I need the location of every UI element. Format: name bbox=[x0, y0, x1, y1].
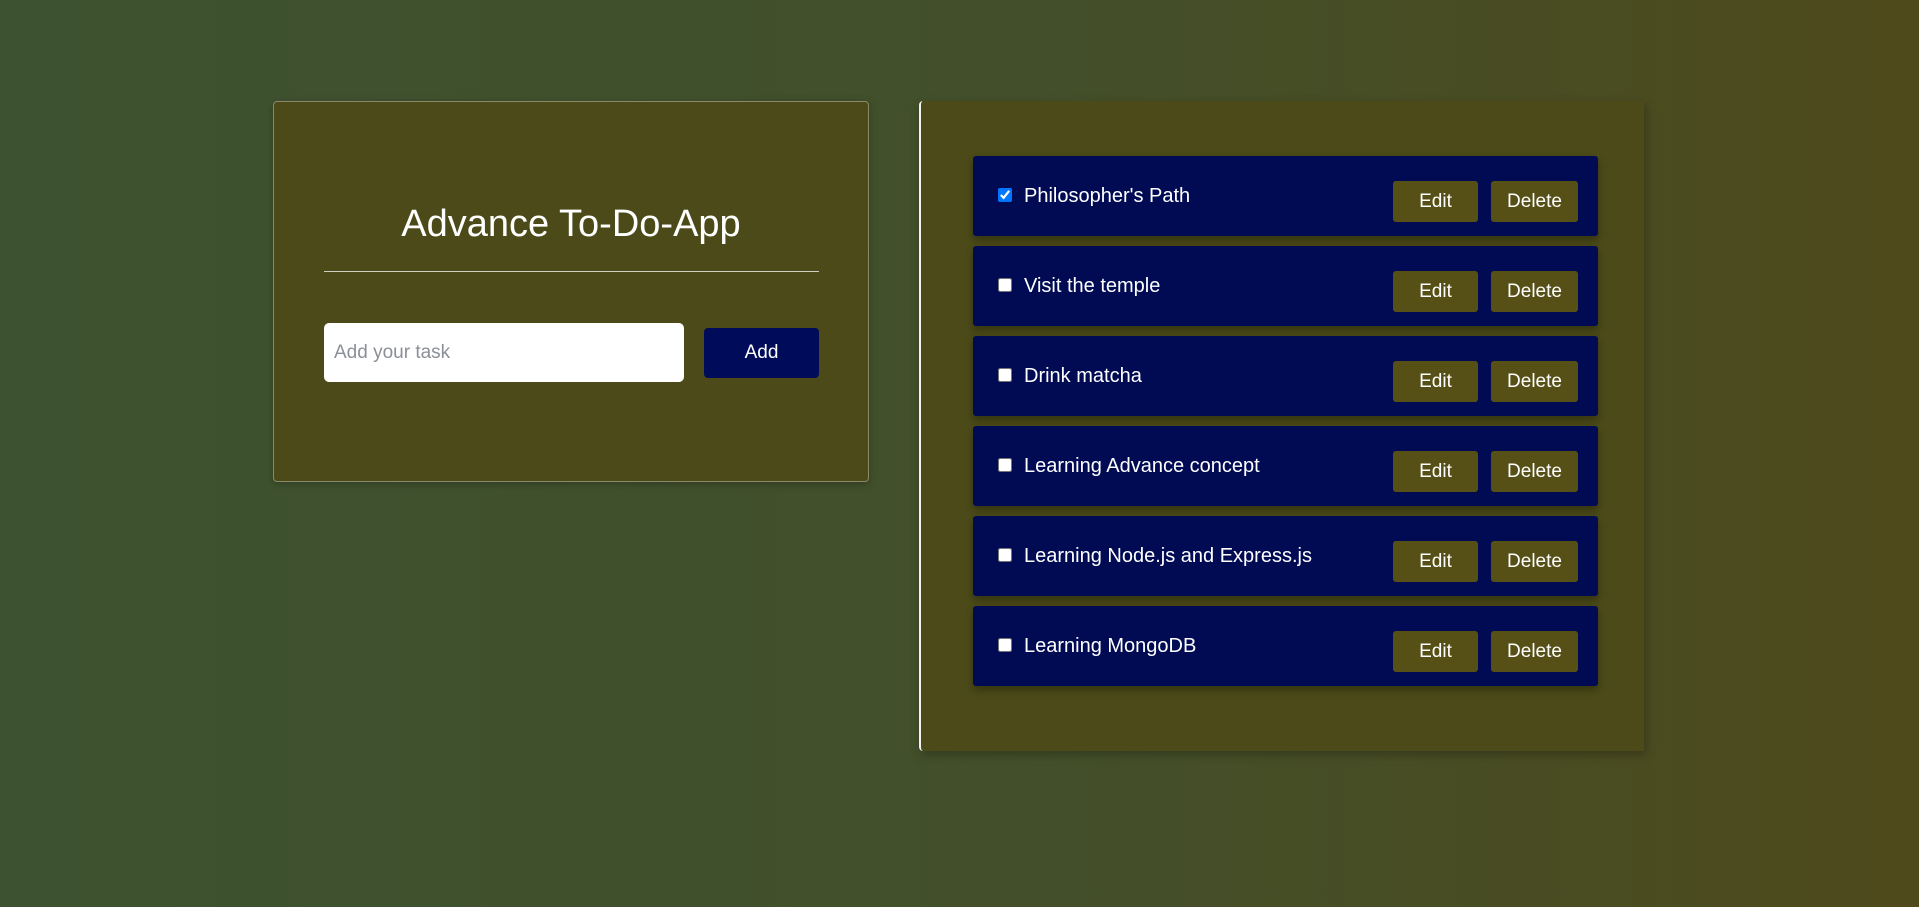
task-item: Learning Node.js and Express.js Edit Del… bbox=[973, 516, 1598, 596]
delete-button[interactable]: Delete bbox=[1491, 631, 1578, 672]
task-item: Learning Advance concept Edit Delete bbox=[973, 426, 1598, 506]
task-checkbox[interactable] bbox=[998, 278, 1012, 292]
edit-button[interactable]: Edit bbox=[1393, 631, 1478, 672]
app-title: Advance To-Do-App bbox=[401, 203, 741, 245]
task-text: Visit the temple bbox=[1024, 275, 1161, 297]
delete-button[interactable]: Delete bbox=[1491, 271, 1578, 312]
task-text: Learning MongoDB bbox=[1024, 635, 1197, 657]
delete-button[interactable]: Delete bbox=[1491, 451, 1578, 492]
task-input[interactable] bbox=[324, 323, 684, 382]
edit-button[interactable]: Edit bbox=[1393, 271, 1478, 312]
edit-button[interactable]: Edit bbox=[1393, 451, 1478, 492]
task-text: Learning Node.js and Express.js bbox=[1024, 545, 1312, 567]
delete-button[interactable]: Delete bbox=[1491, 541, 1578, 582]
task-text: Philosopher's Path bbox=[1024, 185, 1191, 207]
task-checkbox[interactable] bbox=[998, 188, 1012, 202]
title-divider bbox=[324, 271, 819, 272]
edit-button[interactable]: Edit bbox=[1393, 541, 1478, 582]
task-item: Drink matcha Edit Delete bbox=[973, 336, 1598, 416]
delete-button[interactable]: Delete bbox=[1491, 361, 1578, 402]
task-checkbox[interactable] bbox=[998, 638, 1012, 652]
add-button[interactable]: Add bbox=[704, 328, 819, 378]
task-text: Drink matcha bbox=[1024, 365, 1142, 387]
task-list-card: Philosopher's Path Edit Delete Visit the… bbox=[919, 101, 1644, 751]
task-list: Philosopher's Path Edit Delete Visit the… bbox=[973, 156, 1598, 696]
task-checkbox[interactable] bbox=[998, 458, 1012, 472]
task-checkbox[interactable] bbox=[998, 368, 1012, 382]
task-checkbox[interactable] bbox=[998, 548, 1012, 562]
task-text: Learning Advance concept bbox=[1024, 455, 1260, 477]
task-item: Philosopher's Path Edit Delete bbox=[973, 156, 1598, 236]
task-item: Learning MongoDB Edit Delete bbox=[973, 606, 1598, 686]
edit-button[interactable]: Edit bbox=[1393, 361, 1478, 402]
add-task-card: Advance To-Do-App Add bbox=[273, 101, 869, 482]
edit-button[interactable]: Edit bbox=[1393, 181, 1478, 222]
task-item: Visit the temple Edit Delete bbox=[973, 246, 1598, 326]
delete-button[interactable]: Delete bbox=[1491, 181, 1578, 222]
